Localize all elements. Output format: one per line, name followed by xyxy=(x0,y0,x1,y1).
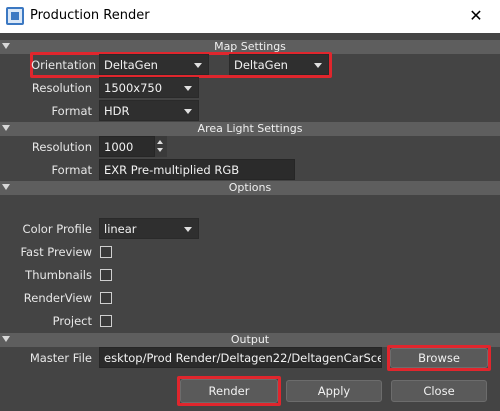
orientation-select-2[interactable]: DeltaGen xyxy=(229,54,329,75)
section-title: Output xyxy=(230,333,270,346)
master-file-label: Master File xyxy=(29,351,92,365)
thumbnails-label: Thumbnails xyxy=(25,268,92,282)
thumbnails-checkbox[interactable] xyxy=(100,269,112,281)
apply-button[interactable]: Apply xyxy=(286,380,382,402)
project-label: Project xyxy=(52,314,92,328)
resolution-select[interactable]: 1500x750 xyxy=(99,77,199,98)
color-profile-label: Color Profile xyxy=(22,222,92,236)
render-button[interactable]: Render xyxy=(180,379,278,403)
chevron-down-icon xyxy=(184,109,192,114)
chevron-down-icon xyxy=(184,227,192,232)
fast-preview-label: Fast Preview xyxy=(20,245,92,259)
section-title: Options xyxy=(228,181,272,194)
fast-preview-checkbox[interactable] xyxy=(100,246,112,258)
title-bar: Production Render ✕ xyxy=(0,0,500,33)
project-checkbox[interactable] xyxy=(100,315,112,327)
collapse-triangle-icon[interactable] xyxy=(2,43,10,49)
format-label: Format xyxy=(51,104,92,118)
orientation-label: Orientation xyxy=(31,58,96,72)
area-format-field[interactable]: EXR Pre-multiplied RGB xyxy=(99,159,295,180)
spin-down-icon[interactable] xyxy=(157,148,163,152)
area-resolution-label: Resolution xyxy=(31,140,92,154)
renderview-checkbox[interactable] xyxy=(100,292,112,304)
section-options[interactable]: Options xyxy=(0,181,500,195)
app-icon xyxy=(6,7,24,25)
close-button[interactable]: Close xyxy=(391,380,487,402)
collapse-triangle-icon[interactable] xyxy=(2,336,10,342)
chevron-down-icon xyxy=(184,86,192,91)
resolution-label: Resolution xyxy=(31,81,92,95)
renderview-label: RenderView xyxy=(23,291,92,305)
area-resolution-spinbox[interactable]: 1000 xyxy=(99,136,155,157)
format-select[interactable]: HDR xyxy=(99,100,199,121)
section-title: Area Light Settings xyxy=(197,122,303,135)
area-format-label: Format xyxy=(51,163,92,177)
section-area-light-settings[interactable]: Area Light Settings xyxy=(0,122,500,136)
spin-up-icon[interactable] xyxy=(157,140,163,144)
spin-buttons[interactable] xyxy=(155,136,167,157)
close-icon[interactable]: ✕ xyxy=(462,4,490,28)
window-title: Production Render xyxy=(30,8,150,23)
master-file-field[interactable]: esktop/Prod Render/Deltagen22/DeltagenCa… xyxy=(99,347,382,368)
orientation-select-1[interactable]: DeltaGen xyxy=(99,54,209,75)
browse-button[interactable]: Browse xyxy=(390,348,488,368)
color-profile-select[interactable]: linear xyxy=(99,218,199,239)
collapse-triangle-icon[interactable] xyxy=(2,125,10,131)
chevron-down-icon xyxy=(314,63,322,68)
collapse-triangle-icon[interactable] xyxy=(2,184,10,190)
chevron-down-icon xyxy=(194,63,202,68)
